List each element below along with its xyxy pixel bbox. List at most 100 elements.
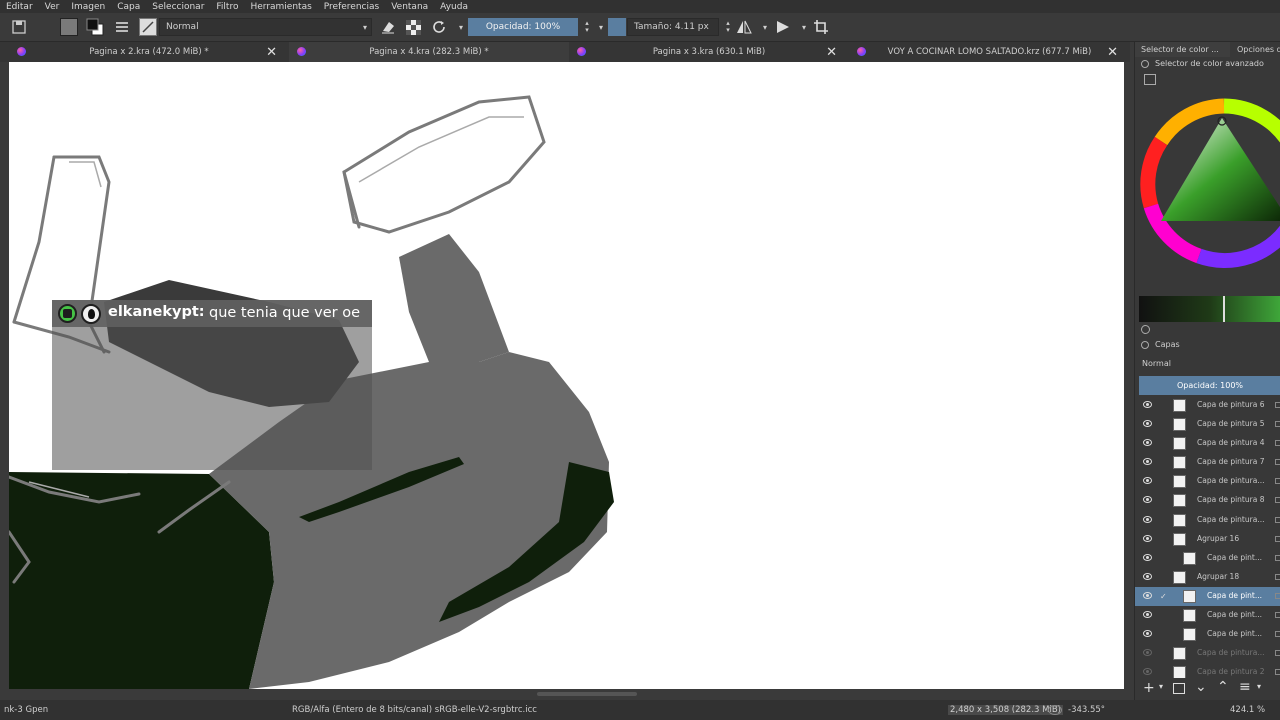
menu-item[interactable]: Ver [39,2,66,12]
layer-opacity-slider[interactable]: Opacidad: 100% [1139,376,1280,395]
visibility-eye-icon[interactable] [1143,591,1152,599]
drawing-canvas[interactable]: elkanekypt: que tenia que ver oe [9,62,1125,689]
color-wheel[interactable] [1139,96,1280,271]
lock-icon[interactable] [1275,573,1280,580]
menu-item[interactable]: Herramientas [244,2,317,12]
zoom-value[interactable]: 424.1 % [1230,705,1265,715]
layer-blend-select[interactable]: Normal [1139,356,1280,371]
float-docker-icon[interactable] [1141,341,1149,349]
lock-icon[interactable] [1275,650,1280,657]
visibility-eye-icon[interactable] [1143,668,1152,676]
float-docker-icon[interactable] [1141,60,1149,68]
alpha-lock-icon[interactable] [404,18,422,36]
chevron-down-icon[interactable]: ▾ [1257,682,1261,691]
menu-item[interactable]: Filtro [210,2,244,12]
lock-icon[interactable] [1275,478,1280,485]
close-icon[interactable]: ✕ [1107,45,1118,60]
vertical-scrollbar[interactable] [1124,62,1134,689]
lock-icon[interactable] [1275,516,1280,523]
reload-icon[interactable] [430,18,448,36]
lock-icon[interactable] [1275,402,1280,408]
eraser-icon[interactable] [379,18,397,36]
layer-row[interactable]: Capa de pint... [1135,625,1280,644]
tab-pagina-4[interactable]: Pagina x 4.kra (282.3 MiB) * [289,42,569,62]
menu-item[interactable]: Ayuda [434,2,474,12]
visibility-eye-icon[interactable] [1143,534,1152,542]
size-slider[interactable]: Tamaño: 4.11 px [627,18,719,36]
move-up-icon[interactable]: ⌃ [1217,679,1229,695]
chevron-down-icon[interactable]: ▾ [1159,682,1163,691]
add-layer-icon[interactable]: + [1143,680,1155,696]
image-dimensions[interactable]: 2,480 x 3,508 (282.3 MiB) [948,705,1063,715]
save-icon[interactable] [10,18,28,36]
layer-row[interactable]: Capa de pintura... [1135,472,1280,491]
move-down-icon[interactable]: ⌄ [1195,679,1207,695]
close-icon[interactable]: ✕ [826,45,837,60]
lock-icon[interactable] [1275,440,1280,447]
rotation-value[interactable]: -343.55° [1068,705,1105,715]
settings-icon[interactable] [1144,74,1156,85]
visibility-eye-icon[interactable] [1143,401,1152,408]
menu-item[interactable]: Seleccionar [146,2,210,12]
tab-pagina-2[interactable]: Pagina x 2.kra (472.0 MiB) * ✕ [9,42,289,62]
layer-row[interactable]: Capa de pintura... [1135,644,1280,663]
lock-icon[interactable] [1275,421,1280,428]
brush-presets-icon[interactable] [113,18,131,36]
chevron-down-icon[interactable]: ▾ [795,18,813,36]
menu-item[interactable]: Imagen [65,2,111,12]
color-swatch-icon[interactable] [60,18,78,36]
mirror-horizontal-icon[interactable] [735,18,753,36]
lock-icon[interactable] [1275,535,1280,542]
menu-item[interactable]: Ventana [385,2,434,12]
layer-properties-icon[interactable]: ≡ [1239,679,1251,695]
layer-group-row[interactable]: Agrupar 16 [1135,530,1280,549]
tab-color-selector[interactable]: Selector de color ... [1135,42,1230,57]
brush-preview-icon[interactable] [139,18,157,36]
duplicate-layer-icon[interactable] [1173,683,1185,694]
layer-row[interactable]: Capa de pintura 6 [1135,396,1280,415]
lock-icon[interactable] [1275,612,1280,619]
shade-selector[interactable] [1139,296,1280,322]
layer-row[interactable]: Capa de pint... [1135,549,1280,568]
mirror-vertical-icon[interactable] [774,18,792,36]
crop-icon[interactable] [812,18,830,36]
visibility-eye-icon[interactable] [1143,649,1152,657]
visibility-eye-icon[interactable] [1143,439,1152,447]
chevron-down-icon[interactable]: ▾ [756,18,774,36]
blend-mode-select[interactable]: Normal ▾ [159,18,372,36]
layer-row[interactable]: Capa de pint... [1135,606,1280,625]
lock-icon[interactable] [1275,631,1280,638]
menu-item[interactable]: Editar [0,2,39,12]
visibility-eye-icon[interactable] [1143,611,1152,619]
visibility-eye-icon[interactable] [1143,420,1152,428]
visibility-eye-icon[interactable] [1143,458,1152,466]
tab-lomo-saltado[interactable]: VOY A COCINAR LOMO SALTADO.krz (677.7 Mi… [849,42,1130,62]
menu-item[interactable]: Capa [111,2,146,12]
visibility-eye-icon[interactable] [1143,553,1152,561]
visibility-eye-icon[interactable] [1143,496,1152,504]
lock-icon[interactable] [1275,592,1280,599]
visibility-eye-icon[interactable] [1143,515,1152,523]
close-icon[interactable]: ✕ [266,45,277,60]
lock-icon[interactable] [1275,554,1280,561]
tab-tool-options[interactable]: Opciones de [1231,42,1280,57]
layer-row[interactable]: Capa de pintura 5 [1135,415,1280,434]
tab-pagina-3[interactable]: Pagina x 3.kra (630.1 MiB) ✕ [569,42,849,62]
visibility-eye-icon[interactable] [1143,630,1152,638]
lock-icon[interactable] [1275,459,1280,466]
layer-row[interactable]: Capa de pintura 8 [1135,491,1280,510]
opacity-slider[interactable]: Opacidad: 100% [468,18,578,36]
menu-item[interactable]: Preferencias [318,2,385,12]
lock-icon[interactable] [1275,669,1280,676]
refresh-icon[interactable] [1141,325,1150,334]
scroll-thumb[interactable] [537,692,637,696]
horizontal-scrollbar[interactable] [9,689,1125,700]
visibility-eye-icon[interactable] [1143,477,1152,485]
swap-colors-icon[interactable] [86,18,104,36]
layer-row[interactable]: Capa de pintura... [1135,511,1280,530]
layer-row[interactable]: ✓ Capa de pint... [1135,586,1280,607]
layer-row[interactable]: Capa de pintura 4 [1135,434,1280,453]
visibility-eye-icon[interactable] [1143,572,1152,580]
layer-group-row[interactable]: Agrupar 18 [1135,568,1280,587]
layer-row[interactable]: Capa de pintura 7 [1135,453,1280,472]
